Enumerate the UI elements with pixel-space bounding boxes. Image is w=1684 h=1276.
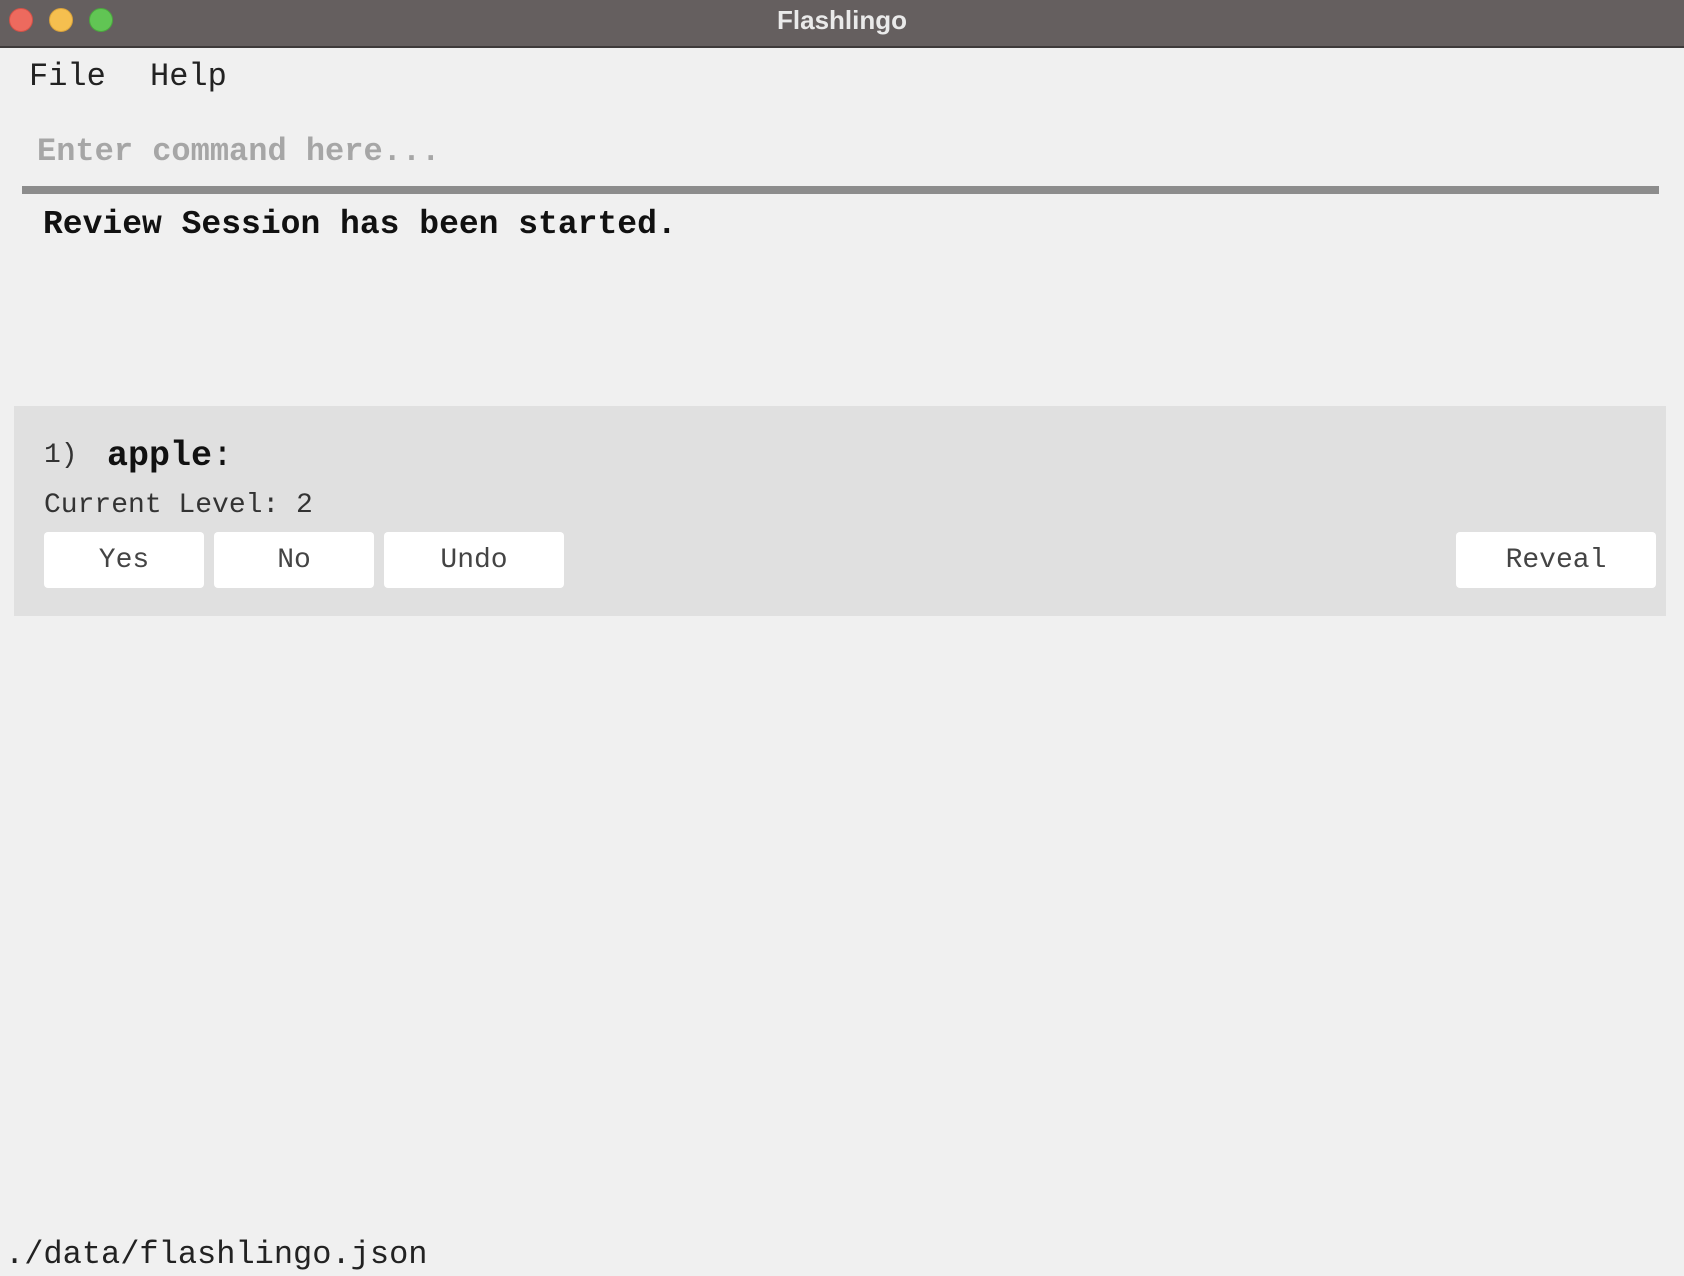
app-window: Flashlingo File Help Review Session has … — [0, 0, 1684, 1276]
status-file-path: ./data/flashlingo.json — [5, 1236, 428, 1273]
no-button[interactable]: No — [214, 532, 374, 588]
menu-file[interactable]: File — [29, 58, 106, 95]
card-word-wrapper: apple: — [107, 436, 233, 476]
command-input[interactable] — [22, 116, 1659, 186]
yes-button[interactable]: Yes — [44, 532, 204, 588]
result-message: Review Session has been started. — [43, 206, 677, 243]
card-level: Current Level: 2 — [44, 490, 313, 521]
menu-bar: File Help — [0, 50, 1684, 106]
menu-help[interactable]: Help — [150, 58, 227, 95]
reveal-button[interactable]: Reveal — [1456, 532, 1656, 588]
title-bar: Flashlingo — [0, 0, 1684, 48]
card-word: apple — [107, 436, 213, 476]
window-title: Flashlingo — [777, 5, 907, 35]
flashcard: 1) apple: Current Level: 2 Yes No Undo R… — [14, 406, 1666, 616]
card-colon: : — [212, 436, 234, 476]
card-index: 1) — [44, 440, 78, 471]
command-box — [22, 116, 1659, 194]
undo-button[interactable]: Undo — [384, 532, 564, 588]
